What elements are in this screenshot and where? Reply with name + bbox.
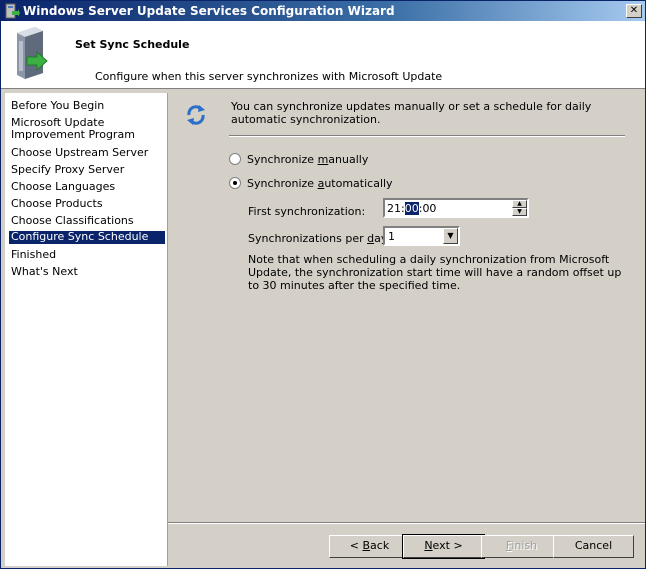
first-sync-time-value[interactable]: 21:00:00 bbox=[387, 202, 436, 215]
page-subtitle: Configure when this server synchronizes … bbox=[95, 70, 443, 83]
close-icon: ✕ bbox=[629, 5, 639, 16]
cancel-button[interactable]: Cancel bbox=[553, 535, 634, 558]
wizard-steps-sidebar: Before You Begin Microsoft Update Improv… bbox=[5, 93, 168, 566]
per-day-label: Synchronizations per day: bbox=[248, 232, 390, 245]
wizard-window: Windows Server Update Services Configura… bbox=[0, 0, 646, 569]
sidebar-item-proxy-server[interactable]: Specify Proxy Server bbox=[9, 164, 165, 176]
sidebar-item-upstream-server[interactable]: Choose Upstream Server bbox=[9, 147, 165, 159]
chevron-down-icon[interactable]: ▼ bbox=[443, 228, 458, 244]
sidebar-item-products[interactable]: Choose Products bbox=[9, 198, 165, 210]
first-sync-label: First synchronization: bbox=[248, 205, 366, 218]
finish-button[interactable]: Finish bbox=[481, 535, 562, 558]
wizard-content: You can synchronize updates manually or … bbox=[168, 93, 645, 523]
intro-text: You can synchronize updates manually or … bbox=[231, 100, 592, 126]
per-day-select[interactable]: 1 ▼ bbox=[383, 226, 460, 246]
schedule-note: Note that when scheduling a daily synchr… bbox=[248, 253, 622, 292]
wizard-header: Set Sync Schedule Configure when this se… bbox=[1, 21, 645, 89]
close-button[interactable]: ✕ bbox=[626, 4, 642, 18]
sidebar-item-before-you-begin[interactable]: Before You Begin bbox=[9, 100, 165, 112]
sync-manually-radio[interactable] bbox=[229, 153, 241, 165]
spin-down-button[interactable]: ▼ bbox=[512, 208, 527, 216]
spin-up-button[interactable]: ▲ bbox=[512, 200, 527, 208]
sidebar-item-improvement-program[interactable]: Microsoft Update Improvement Program bbox=[9, 117, 165, 141]
back-button[interactable]: < Back bbox=[329, 535, 410, 558]
window-title: Windows Server Update Services Configura… bbox=[23, 4, 395, 18]
content-divider bbox=[229, 135, 625, 137]
server-update-icon bbox=[17, 27, 48, 79]
time-spin-buttons: ▲ ▼ bbox=[512, 200, 527, 216]
page-title: Set Sync Schedule bbox=[75, 38, 190, 51]
sync-icon bbox=[187, 105, 205, 125]
sidebar-item-sync-schedule[interactable]: Configure Sync Schedule bbox=[9, 231, 165, 244]
sidebar-item-classifications[interactable]: Choose Classifications bbox=[9, 215, 165, 227]
next-button[interactable]: Next > bbox=[402, 534, 485, 559]
title-bar: Windows Server Update Services Configura… bbox=[1, 1, 645, 21]
sidebar-item-languages[interactable]: Choose Languages bbox=[9, 181, 165, 193]
sync-manually-label[interactable]: Synchronize manually bbox=[247, 153, 368, 166]
first-sync-time-picker[interactable]: 21:00:00 ▲ ▼ bbox=[383, 198, 529, 218]
sidebar-item-finished[interactable]: Finished bbox=[9, 249, 165, 261]
wsus-app-icon bbox=[5, 3, 20, 19]
sync-automatically-radio[interactable] bbox=[229, 177, 241, 189]
sync-automatically-label[interactable]: Synchronize automatically bbox=[247, 177, 393, 190]
per-day-value: 1 bbox=[388, 230, 395, 243]
footer-divider bbox=[168, 522, 645, 524]
sidebar-item-whats-next[interactable]: What's Next bbox=[9, 266, 165, 278]
